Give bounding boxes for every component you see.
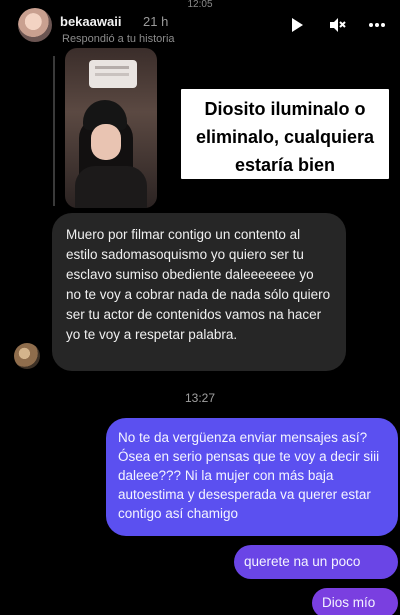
play-icon[interactable]: [288, 16, 306, 34]
story-person-body: [75, 166, 147, 208]
time-ago: 21 h: [143, 14, 169, 29]
reply-indicator-line: [53, 56, 55, 206]
sender-avatar[interactable]: [14, 343, 40, 369]
outgoing-message[interactable]: No te da vergüenza enviar mensajes así? …: [106, 418, 398, 536]
replied-to-story-label: Respondió a tu historia: [62, 33, 175, 45]
story-caption: Diosito iluminalo o eliminalo, cualquier…: [178, 86, 392, 182]
outgoing-message[interactable]: Dios mío: [312, 588, 398, 615]
username[interactable]: bekaawaii: [60, 14, 121, 29]
story-person-face: [91, 124, 121, 160]
outgoing-message[interactable]: querete na un poco: [234, 545, 398, 579]
message-timestamp: 13:27: [184, 391, 216, 405]
header-actions: [288, 16, 386, 34]
avatar[interactable]: [18, 8, 52, 42]
mute-icon[interactable]: [328, 16, 346, 34]
more-icon[interactable]: [368, 16, 386, 34]
story-card-graphic: [89, 60, 137, 88]
conversation-header: bekaawaii 21 h Respondió a tu historia: [0, 6, 400, 46]
story-thumbnail[interactable]: [65, 48, 157, 208]
incoming-message[interactable]: Muero por filmar contigo un contento al …: [52, 213, 346, 371]
